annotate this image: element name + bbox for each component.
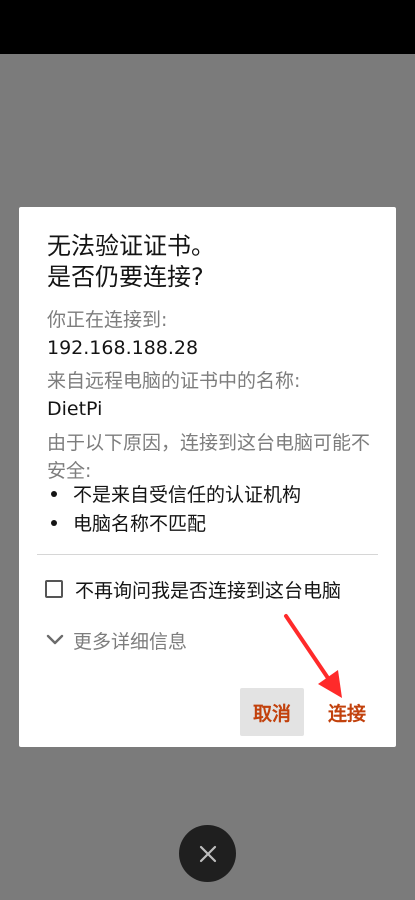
reason-item: 电脑名称不匹配 bbox=[51, 510, 206, 538]
connecting-to-label: 你正在连接到: bbox=[47, 309, 168, 331]
host-address: 192.168.188.28 bbox=[47, 337, 199, 359]
close-icon bbox=[199, 845, 216, 862]
cert-name-label: 来自远程电脑的证书中的名称: bbox=[47, 370, 301, 392]
more-details-label[interactable]: 更多详细信息 bbox=[73, 627, 187, 654]
red-arrow-icon bbox=[284, 614, 342, 698]
cert-name: DietPi bbox=[47, 398, 103, 420]
bullet-dot bbox=[51, 490, 57, 497]
reason-item-text: 不是来自受信任的认证机构 bbox=[73, 484, 302, 506]
dont-ask-again-row[interactable]: 不再询问我是否连接到这台电脑 bbox=[45, 574, 341, 604]
dont-ask-again-label[interactable]: 不再询问我是否连接到这台电脑 bbox=[75, 576, 341, 603]
bullet-dot bbox=[51, 519, 57, 526]
more-details-toggle[interactable]: 更多详细信息 bbox=[45, 625, 187, 655]
dialog-title-line1: 无法验证证书。 bbox=[47, 232, 215, 260]
dont-ask-again-checkbox[interactable] bbox=[45, 580, 63, 598]
dialog-title: 无法验证证书。 是否仍要连接? bbox=[47, 231, 377, 293]
dialog-title-line2: 是否仍要连接? bbox=[47, 263, 204, 291]
reason-intro: 由于以下原因，连接到这台电脑可能不安全: bbox=[47, 432, 371, 482]
status-bar bbox=[0, 0, 415, 54]
divider bbox=[37, 554, 378, 555]
chevron-down-icon bbox=[46, 634, 64, 645]
reason-item-text: 电脑名称不匹配 bbox=[73, 513, 207, 535]
close-button[interactable] bbox=[179, 825, 236, 882]
reason-item: 不是来自受信任的认证机构 bbox=[51, 481, 301, 509]
